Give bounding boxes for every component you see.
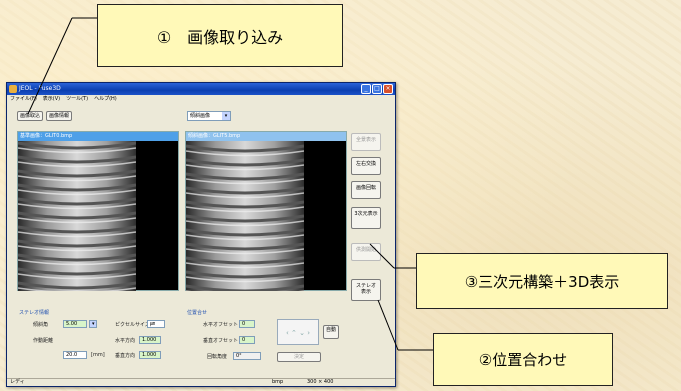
close-icon[interactable]: × [383,84,393,94]
callout-alignment: ②位置合わせ [433,333,613,386]
menu-bar: ファイル(F) 表示(V) ツール(T) ヘルプ(H) [7,95,395,104]
overview-button[interactable]: 全景表示 [351,133,381,151]
rotation-label: 回転角度 [207,354,228,360]
horizontal-scale-field[interactable]: 1.000 [139,336,161,344]
rotation-field[interactable]: 0° [233,352,261,360]
h-offset-label: 水平オフセット [203,322,239,328]
arrow-pad[interactable]: ‹ ⌃ ⌄ › [277,319,319,345]
menu-help[interactable]: ヘルプ(H) [94,95,117,104]
status-format: bmp [272,379,284,385]
horizontal-scale-label: 水平方向 [115,338,136,344]
tilt-angle-field[interactable]: 5.00 [63,320,87,328]
h-offset-field[interactable]: 0 [239,320,255,328]
alignment-heading: 位置合せ [187,310,208,316]
menu-file[interactable]: ファイル(F) [10,95,37,104]
image-info-button[interactable]: 画像情報 [46,111,73,121]
v-offset-label: 垂直オフセット [203,338,239,344]
tilt-angle-dropdown-icon[interactable]: ▾ [89,320,97,328]
chevron-down-icon[interactable]: ▾ [222,112,230,120]
rotate-image-button[interactable]: 画像回転 [351,181,381,199]
toolbar: 画像取込 画像情報 [17,111,73,121]
vertical-scale-label: 垂直方向 [115,353,136,359]
tilted-sem-image [186,141,304,291]
tilt-angle-label: 傾斜角 [33,322,49,328]
status-text: レディ [10,379,25,385]
pixel-unit-select[interactable]: ㎛ [147,320,165,328]
callout-3d-build: ③三次元構築＋3D表示 [416,253,668,309]
app-icon [9,85,17,93]
window-title: JEOL - Fuse3D [19,85,61,92]
v-offset-field[interactable]: 0 [239,336,255,344]
pixel-size-label: ピクセルサイズ [115,322,150,328]
stereo-info-heading: ステレオ情報 [19,310,50,316]
reference-image-panel: 基準画像：GLIT0.bmp [17,131,179,291]
reference-image-header: 基準画像：GLIT0.bmp [18,132,178,141]
stereo-view-button[interactable]: ステレオ表示 [351,279,381,301]
apply-button[interactable]: 決定 [277,352,321,362]
maximize-icon[interactable]: □ [372,84,382,94]
menu-tools[interactable]: ツール(T) [66,95,88,104]
work-distance-label: 作動距離 [33,338,54,344]
tilted-image-header: 傾斜画像：GLIT5.bmp [186,132,346,141]
3d-view-button[interactable]: 3次元表示 [351,207,381,229]
minimize-icon[interactable]: _ [361,84,371,94]
vertical-scale-field[interactable]: 1.000 [139,351,161,359]
work-distance-field[interactable]: 20.0 [63,351,87,359]
callout-image-import: ① 画像取り込み [97,4,343,67]
status-bar: レディ bmp 300 × 400 [7,378,395,386]
import-image-button[interactable]: 画像取込 [17,111,44,121]
swap-lr-button[interactable]: 左右交換 [351,157,381,175]
auto-align-button[interactable]: 自動 [323,325,339,339]
app-window: JEOL - Fuse3D _ □ × ファイル(F) 表示(V) ツール(T)… [6,82,396,387]
mode-select[interactable]: 傾斜画像 ▾ [187,111,231,121]
measure-start-button[interactable]: 供測開始 [351,243,381,261]
mode-select-value: 傾斜画像 [190,113,211,119]
tilted-image-panel: 傾斜画像：GLIT5.bmp [185,131,347,291]
work-distance-unit: [mm] [91,352,105,358]
status-size: 300 × 400 [307,379,334,385]
reference-sem-image [18,141,136,291]
menu-view[interactable]: 表示(V) [43,95,60,104]
title-bar[interactable]: JEOL - Fuse3D _ □ × [7,83,395,95]
